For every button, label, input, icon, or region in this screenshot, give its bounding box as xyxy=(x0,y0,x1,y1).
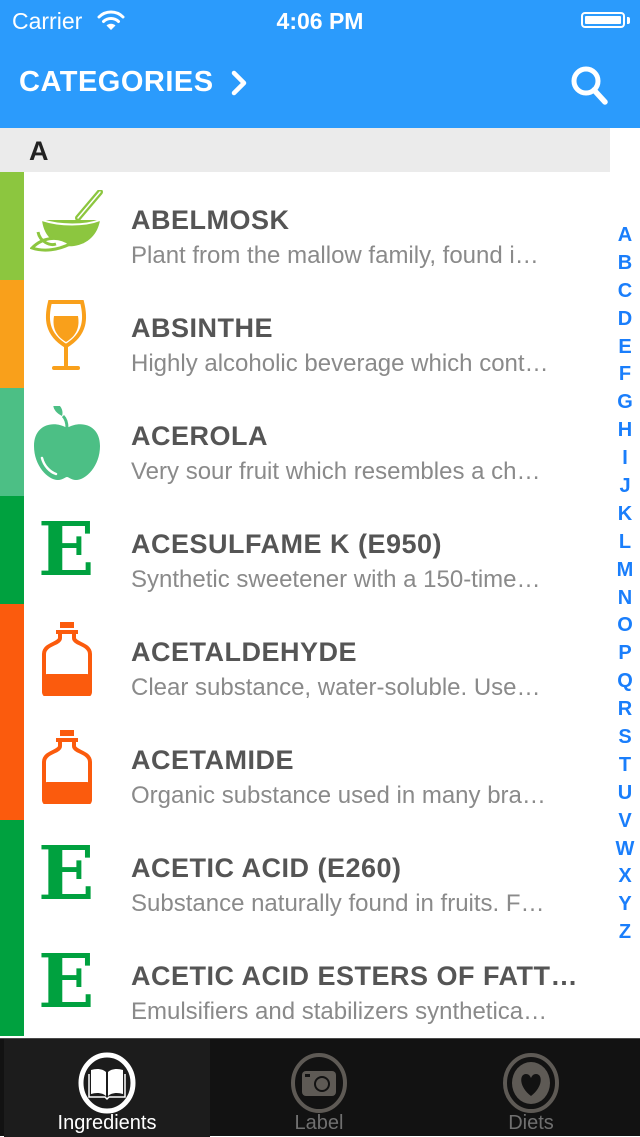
section-index[interactable]: A B C D E F G H I J K L M N O P Q R S T … xyxy=(610,222,640,947)
index-letter[interactable]: Y xyxy=(610,891,640,919)
index-letter[interactable]: I xyxy=(610,445,640,473)
e-number-icon: E xyxy=(38,939,95,1025)
item-description: Emulsifiers and stabilizers synthetica… xyxy=(131,998,548,1025)
item-name: ABSINTHE xyxy=(131,313,274,343)
category-strip xyxy=(0,604,24,712)
list-item[interactable]: ACEROLA Very sour fruit which resembles … xyxy=(0,388,610,496)
apple-icon xyxy=(34,406,100,480)
list-item[interactable]: ACETAMIDE Organic substance used in many… xyxy=(0,712,610,820)
item-name: ACEROLA xyxy=(131,421,268,451)
item-name: ACESULFAME K (E950) xyxy=(131,529,443,559)
item-description: Substance naturally found in fruits. F… xyxy=(131,890,545,917)
list-item[interactable]: E ACESULFAME K (E950) Synthetic sweetene… xyxy=(0,496,610,604)
index-letter[interactable]: F xyxy=(610,361,640,389)
index-letter[interactable]: W xyxy=(610,836,640,864)
search-icon[interactable] xyxy=(568,64,612,108)
item-description: Clear substance, water-soluble. Use… xyxy=(131,674,541,701)
chevron-right-icon xyxy=(231,70,246,95)
index-letter[interactable]: X xyxy=(610,863,640,891)
index-letter[interactable]: E xyxy=(610,334,640,362)
index-letter[interactable]: G xyxy=(610,389,640,417)
index-letter[interactable]: N xyxy=(610,585,640,613)
item-name: ACETIC ACID ESTERS OF FATT… xyxy=(131,961,579,991)
category-strip xyxy=(0,172,24,280)
index-letter[interactable]: O xyxy=(610,612,640,640)
section-header: A xyxy=(0,128,610,172)
index-letter[interactable]: Z xyxy=(610,919,640,947)
index-letter[interactable]: S xyxy=(610,724,640,752)
tab-diets[interactable]: Diets xyxy=(428,1039,634,1137)
e-number-icon: E xyxy=(38,507,95,593)
index-letter[interactable]: T xyxy=(610,752,640,780)
category-strip xyxy=(0,280,24,388)
category-strip xyxy=(0,712,24,820)
item-name: ACETIC ACID (E260) xyxy=(131,853,402,883)
bottle-icon xyxy=(42,730,92,804)
item-description: Synthetic sweetener with a 150-time… xyxy=(131,566,541,593)
tab-label: Diets xyxy=(508,1112,554,1134)
tab-bar: Ingredients Label Diets xyxy=(0,1038,640,1137)
item-name: ACETALDEHYDE xyxy=(131,637,358,667)
header: Carrier 4:06 PM CATEGORIES xyxy=(0,0,640,128)
book-icon xyxy=(78,1052,136,1114)
list-item[interactable]: ABELMOSK Plant from the mallow family, f… xyxy=(0,172,610,280)
tab-label: Ingredients xyxy=(57,1112,157,1134)
bottle-icon xyxy=(42,622,92,696)
index-letter[interactable]: A xyxy=(610,222,640,250)
category-strip xyxy=(0,496,24,604)
item-name: ACETAMIDE xyxy=(131,745,294,775)
heart-icon xyxy=(503,1053,559,1113)
clock: 4:06 PM xyxy=(276,8,364,34)
index-letter[interactable]: V xyxy=(610,808,640,836)
tab-ingredients[interactable]: Ingredients xyxy=(4,1039,210,1137)
e-number-icon: E xyxy=(38,831,95,917)
category-strip xyxy=(0,388,24,496)
index-letter[interactable]: U xyxy=(610,780,640,808)
section-letter: A xyxy=(29,136,49,166)
categories-button[interactable]: CATEGORIES xyxy=(19,66,248,99)
tab-label-scan[interactable]: Label xyxy=(216,1039,422,1137)
item-description: Highly alcoholic beverage which cont… xyxy=(131,350,549,377)
nav-title: CATEGORIES xyxy=(19,66,214,98)
item-name: ABELMOSK xyxy=(131,205,290,235)
list-item[interactable]: ACETALDEHYDE Clear substance, water-solu… xyxy=(0,604,610,712)
index-letter[interactable]: C xyxy=(610,278,640,306)
index-letter[interactable]: R xyxy=(610,696,640,724)
index-letter[interactable]: L xyxy=(610,529,640,557)
battery-icon xyxy=(581,12,625,28)
index-letter[interactable]: P xyxy=(610,640,640,668)
index-letter[interactable]: K xyxy=(610,501,640,529)
item-description: Organic substance used in many bra… xyxy=(131,782,546,809)
item-description: Very sour fruit which resembles a ch… xyxy=(131,458,541,485)
camera-icon xyxy=(291,1053,347,1113)
list-item[interactable]: E ACETIC ACID ESTERS OF FATT… Emulsifier… xyxy=(0,928,610,1036)
category-strip xyxy=(0,928,24,1036)
glass-icon xyxy=(46,300,86,370)
battery-nub xyxy=(627,17,630,24)
tab-label: Label xyxy=(294,1112,344,1134)
category-strip xyxy=(0,820,24,928)
list-item[interactable]: E ACETIC ACID (E260) Substance naturally… xyxy=(0,820,610,928)
item-description: Plant from the mallow family, found i… xyxy=(131,242,539,269)
index-letter[interactable]: B xyxy=(610,250,640,278)
mortar-pestle-icon xyxy=(30,190,103,252)
index-letter[interactable]: H xyxy=(610,417,640,445)
status-bar: Carrier 4:06 PM xyxy=(0,0,640,40)
index-letter[interactable]: J xyxy=(610,473,640,501)
ingredient-list: ABELMOSK Plant from the mallow family, f… xyxy=(0,172,610,1038)
index-letter[interactable]: D xyxy=(610,306,640,334)
list-item[interactable]: ABSINTHE Highly alcoholic beverage which… xyxy=(0,280,610,388)
index-letter[interactable]: Q xyxy=(610,668,640,696)
index-letter[interactable]: M xyxy=(610,557,640,585)
